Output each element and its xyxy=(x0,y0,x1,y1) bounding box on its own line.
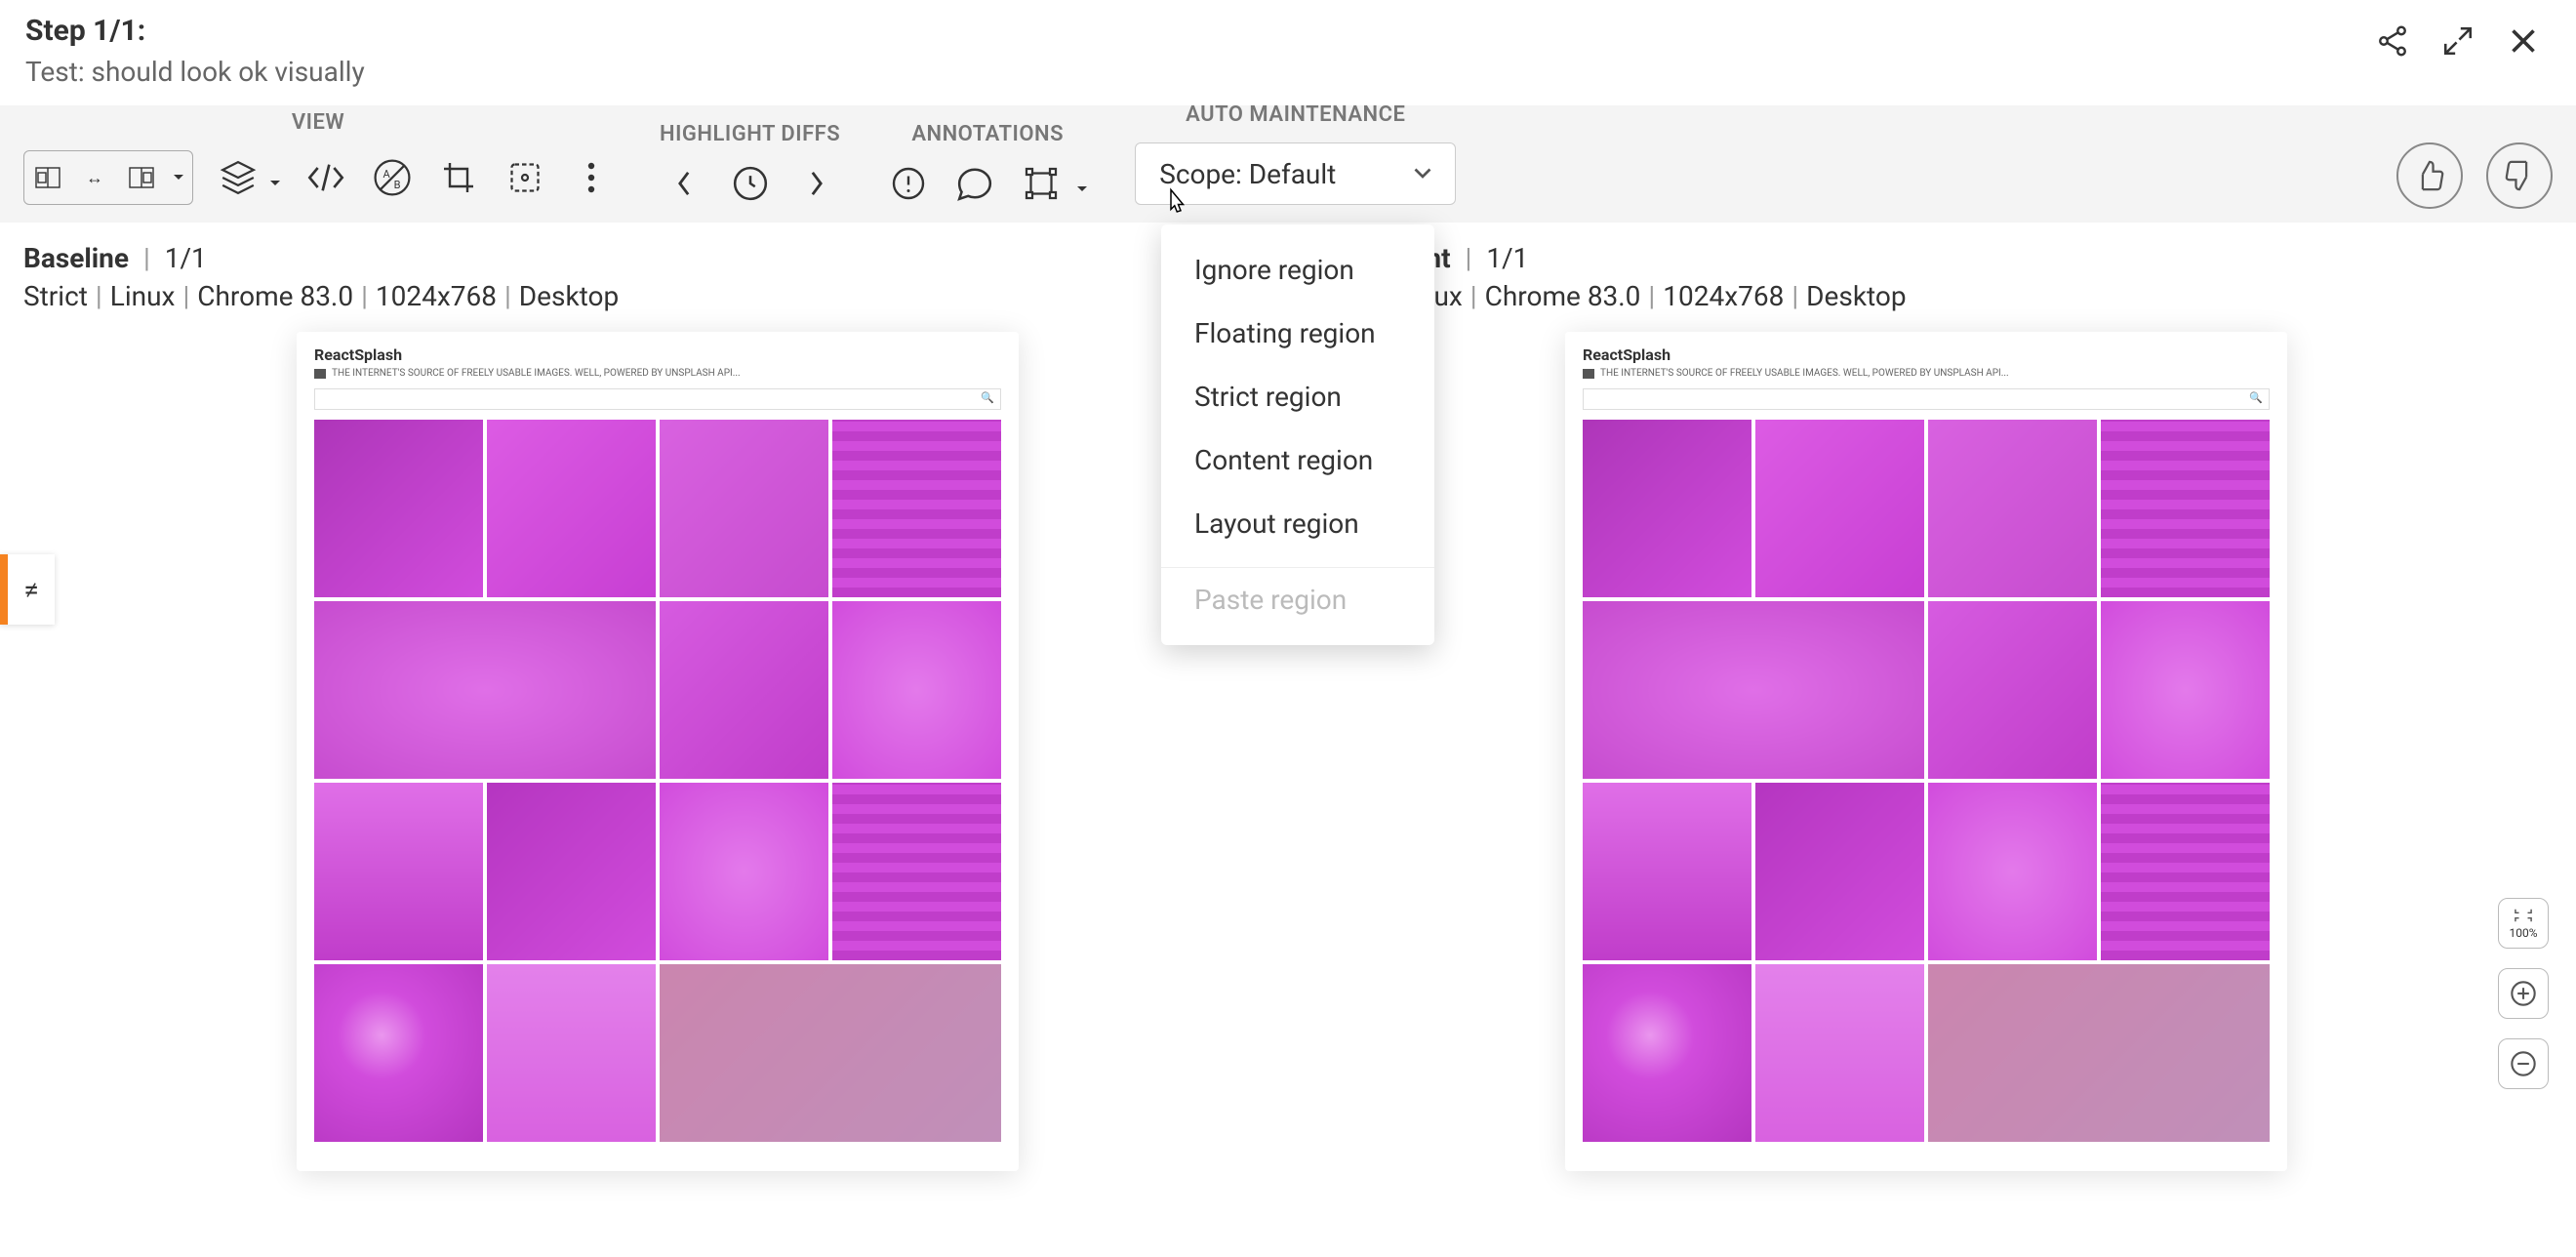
page-header: Step 1/1: Test: should look ok visually xyxy=(0,0,2576,105)
zoom-in-button[interactable] xyxy=(2498,968,2549,1019)
baseline-device: Desktop xyxy=(519,280,619,312)
baseline-count: 1/1 xyxy=(165,242,207,274)
preview-tagline: THE INTERNET'S SOURCE OF FREELY USABLE I… xyxy=(314,368,1001,379)
region-icon[interactable] xyxy=(1020,162,1063,205)
baseline-os: Linux xyxy=(110,280,176,312)
crop-icon[interactable] xyxy=(437,156,480,199)
annotations-section-label: ANNOTATIONS xyxy=(911,122,1064,146)
chevron-down-icon xyxy=(1414,168,1431,180)
svg-text:A: A xyxy=(383,168,391,181)
chevron-down-icon[interactable] xyxy=(269,162,281,194)
step-title: Step 1/1: xyxy=(25,14,365,48)
zoom-reset-button[interactable]: 100% xyxy=(2498,898,2549,949)
issue-icon[interactable] xyxy=(887,162,930,205)
camera-icon xyxy=(314,369,326,379)
checkpoint-device: Desktop xyxy=(1806,280,1906,312)
ab-compare-icon[interactable]: AB xyxy=(371,156,414,199)
view-section-label: VIEW xyxy=(292,110,344,135)
next-diff-button[interactable] xyxy=(795,162,838,205)
highlight-section-label: HIGHLIGHT DIFFS xyxy=(660,122,840,146)
checkpoint-viewport: 1024x768 xyxy=(1663,280,1784,312)
baseline-panel: Baseline | 1/1 Strict|Linux|Chrome 83.0|… xyxy=(23,242,1292,1171)
scope-value: Scope: Default xyxy=(1159,158,1336,190)
menu-ignore-region[interactable]: Ignore region xyxy=(1161,238,1434,302)
toolbar: VIEW ↔ AB xyxy=(0,105,2576,223)
baseline-screenshot[interactable]: ReactSplash THE INTERNET'S SOURCE OF FRE… xyxy=(297,332,1019,1171)
zoom-level: 100% xyxy=(2509,926,2537,940)
close-icon[interactable] xyxy=(2506,23,2541,65)
checkpoint-screenshot[interactable]: ReactSplash THE INTERNET'S SOURCE OF FRE… xyxy=(1565,332,2287,1171)
auto-maint-section-label: AUTO MAINTENANCE xyxy=(1186,102,1405,127)
menu-paste-region: Paste region xyxy=(1161,567,1434,631)
compare-mode-toggle[interactable]: ↔ xyxy=(23,150,193,205)
checkpoint-panel: int | 1/1 nux|Chrome 83.0|1024x768|Deskt… xyxy=(1292,242,2560,1171)
preview-search xyxy=(314,388,1001,410)
menu-floating-region[interactable]: Floating region xyxy=(1161,302,1434,365)
refresh-diff-icon[interactable] xyxy=(729,162,772,205)
baseline-match: Strict xyxy=(23,280,88,312)
zoom-controls: 100% xyxy=(2498,898,2549,1089)
menu-content-region[interactable]: Content region xyxy=(1161,428,1434,492)
baseline-title: Baseline xyxy=(23,242,129,274)
more-icon[interactable] xyxy=(570,156,613,199)
camera-icon xyxy=(1583,369,1594,379)
preview-app-name: ReactSplash xyxy=(314,345,1001,364)
checkpoint-count: 1/1 xyxy=(1486,242,1528,274)
target-region-icon[interactable] xyxy=(503,156,546,199)
region-dropdown-caret[interactable] xyxy=(1076,168,1088,200)
zoom-out-button[interactable] xyxy=(2498,1038,2549,1089)
checkpoint-browser: Chrome 83.0 xyxy=(1485,280,1641,312)
menu-layout-region[interactable]: Layout region xyxy=(1161,492,1434,555)
code-icon[interactable] xyxy=(304,156,347,199)
share-icon[interactable] xyxy=(2375,23,2410,65)
layers-icon[interactable] xyxy=(217,156,260,199)
prev-diff-button[interactable] xyxy=(663,162,705,205)
baseline-viewport: 1024x768 xyxy=(376,280,497,312)
svg-text:B: B xyxy=(394,179,401,191)
thumbs-up-button[interactable] xyxy=(2396,142,2463,209)
test-name: Test: should look ok visually xyxy=(25,56,365,88)
comment-icon[interactable] xyxy=(953,162,996,205)
region-type-dropdown: Ignore region Floating region Strict reg… xyxy=(1161,224,1434,645)
baseline-browser: Chrome 83.0 xyxy=(197,280,353,312)
menu-strict-region[interactable]: Strict region xyxy=(1161,365,1434,428)
cursor-icon xyxy=(1163,187,1188,223)
thumbs-down-button[interactable] xyxy=(2486,142,2553,209)
expand-icon[interactable] xyxy=(2441,24,2475,64)
